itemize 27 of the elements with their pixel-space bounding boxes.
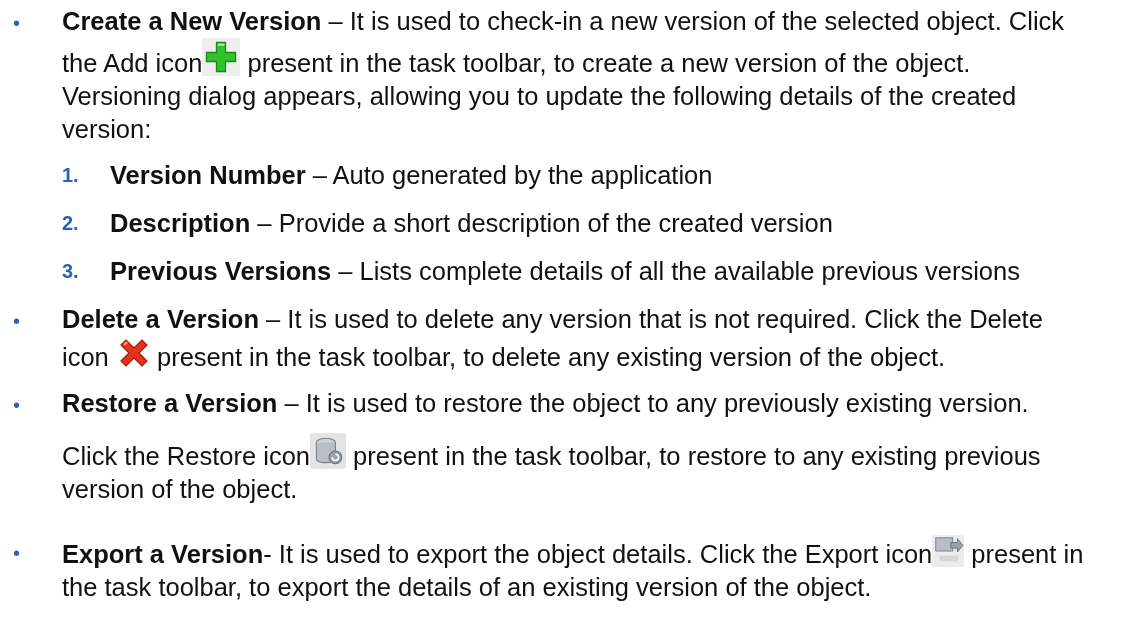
bullet-marker: • — [13, 12, 20, 34]
paragraph-text: Restore a Version – It is used to restore the object to any previously existing version. — [62, 389, 1029, 417]
paragraph-text: Versioning dialog appears, allowing you to update the following details of the created — [62, 82, 1017, 110]
paragraph-text: present in the task toolbar, to delete any existing version of the object. — [155, 343, 946, 371]
step-text: Description – Provide a short description of the created version — [110, 208, 833, 239]
database-icon — [310, 433, 346, 469]
step-number: 1. — [62, 163, 80, 188]
paragraph-text: version: — [62, 115, 152, 143]
step-text: Version Number – Auto generated by the application — [110, 160, 713, 191]
paragraph-text: Export a Version- It is used to export the object details. Click the Export icon — [62, 540, 933, 568]
paragraph-text: version of the object. — [62, 475, 298, 503]
bullet-marker: • — [13, 394, 20, 416]
paragraph-text: icon — [62, 343, 110, 371]
bullet-marker: • — [13, 310, 20, 332]
step-number: 3. — [62, 259, 80, 284]
paragraph-text: Create a New Version – It is used to check-in a new version of the selected object. Click — [62, 7, 1065, 35]
paragraph-text: present in — [970, 540, 1084, 568]
step-number: 2. — [62, 211, 80, 236]
paragraph-text: present in the task toolbar, to create a new version of the object. — [246, 49, 971, 77]
paragraph-text: the Add icon — [62, 49, 203, 77]
paragraph-text: Click the Restore icon — [62, 442, 310, 470]
paragraph-text: Delete a Version – It is used to delete any version that is not required. Click the Delete — [62, 305, 1043, 333]
plus-icon — [202, 38, 241, 76]
paragraph-text: the task toolbar, to export the details of an existing version of the object. — [62, 573, 872, 601]
step-text: Previous Versions – Lists complete details of all the available previous versions — [110, 256, 1020, 287]
bullet-marker: • — [13, 542, 20, 564]
paragraph-text: present in the task toolbar, to restore to any existing previous — [352, 442, 1041, 470]
